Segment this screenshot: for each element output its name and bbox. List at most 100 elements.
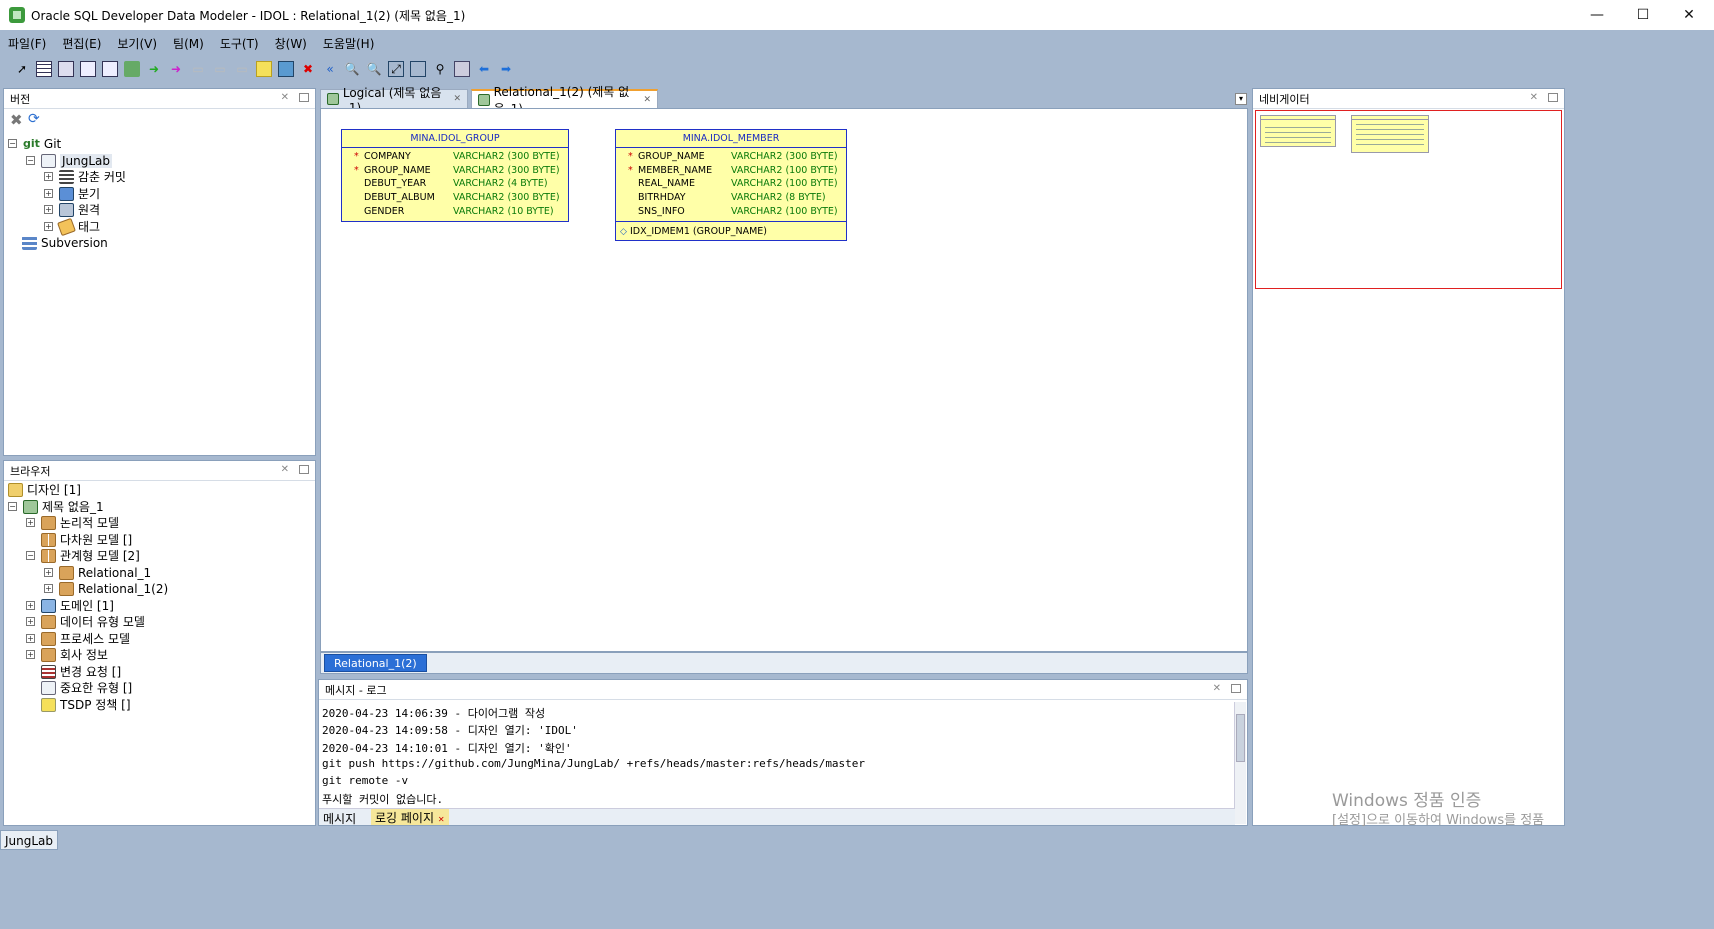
- menu-view[interactable]: 보기(V): [117, 35, 157, 52]
- tab-list-icon[interactable]: ▾: [1235, 93, 1247, 105]
- entity-column[interactable]: REAL_NAME VARCHAR2 (100 BYTE): [616, 177, 846, 191]
- subtab-relational-1-2[interactable]: Relational_1(2): [324, 654, 427, 672]
- select-pointer-icon[interactable]: ➚: [14, 61, 30, 77]
- menu-tools[interactable]: 도구(T): [220, 35, 259, 52]
- panel-minimize-icon[interactable]: [299, 465, 309, 474]
- collapse-icon[interactable]: −: [8, 502, 17, 511]
- status-repo-label[interactable]: JungLab: [0, 830, 59, 850]
- tree-item-branches[interactable]: + 분기: [44, 185, 100, 202]
- expand-icon[interactable]: +: [44, 222, 53, 231]
- tree-item-designs[interactable]: 디자인 [1]: [8, 481, 81, 498]
- tree-item-junglab[interactable]: − JungLab: [26, 152, 113, 169]
- panel-minimize-icon[interactable]: [299, 93, 309, 102]
- tree-item-design-untitled[interactable]: − 제목 없음_1: [8, 498, 104, 515]
- tree-item-git[interactable]: − git Git: [8, 135, 61, 152]
- tree-item-stashed-commits[interactable]: + 감춘 커밋: [44, 168, 126, 185]
- tree-item-process-model[interactable]: + 프로세스 모델: [26, 630, 130, 647]
- entity-column[interactable]: SNS_INFO VARCHAR2 (100 BYTE): [616, 205, 846, 219]
- tab-close-icon[interactable]: ✕: [453, 94, 461, 104]
- tree-item-dimensional-models[interactable]: 다차원 모델 []: [41, 531, 132, 548]
- minimize-button[interactable]: —: [1574, 0, 1620, 30]
- tree-item-datatype-model[interactable]: + 데이터 유형 모델: [26, 613, 145, 630]
- panel-close-icon[interactable]: ✕: [1213, 683, 1221, 694]
- menu-window[interactable]: 창(W): [275, 35, 307, 52]
- expand-icon[interactable]: +: [44, 189, 53, 198]
- expand-icon[interactable]: +: [26, 518, 35, 527]
- panel-close-icon[interactable]: ✕: [1530, 92, 1538, 103]
- expand-icon[interactable]: +: [26, 601, 35, 610]
- menu-team[interactable]: 팀(M): [173, 35, 204, 52]
- maximize-button[interactable]: ☐: [1620, 0, 1666, 30]
- note-icon[interactable]: [256, 61, 272, 77]
- picture-icon[interactable]: [278, 61, 294, 77]
- menu-edit[interactable]: 편집(E): [62, 35, 101, 52]
- collapse-icon[interactable]: −: [8, 139, 17, 148]
- entity-column[interactable]: GENDER VARCHAR2 (10 BYTE): [342, 205, 568, 219]
- merge-table-icon[interactable]: [102, 61, 118, 77]
- refresh-icon[interactable]: ⟳: [28, 111, 40, 127]
- entity-idol-group[interactable]: MINA.IDOL_GROUP * COMPANY VARCHAR2 (300 BY…: [341, 129, 569, 222]
- forward-arrow-icon[interactable]: ➡: [498, 61, 514, 77]
- delete-icon[interactable]: ✖: [300, 61, 316, 77]
- entity-column[interactable]: DEBUT_ALBUM VARCHAR2 (300 BYTE): [342, 191, 568, 205]
- tree-item-change-requests[interactable]: 변경 요청 []: [41, 663, 121, 680]
- zoom-out-icon[interactable]: 🔍: [366, 61, 382, 77]
- panel-minimize-icon[interactable]: [1231, 684, 1241, 693]
- tree-item-subversion[interactable]: Subversion: [22, 234, 108, 251]
- back-arrow-icon[interactable]: ⬅: [476, 61, 492, 77]
- tree-item-relational-1-2[interactable]: + Relational_1(2): [44, 580, 168, 597]
- panel-minimize-icon[interactable]: [1548, 93, 1558, 102]
- tree-item-tags[interactable]: + 태그: [44, 217, 100, 236]
- entity-column[interactable]: * GROUP_NAME VARCHAR2 (300 BYTE): [616, 150, 846, 164]
- entity-column[interactable]: DEBUT_YEAR VARCHAR2 (4 BYTE): [342, 177, 568, 191]
- entity-column[interactable]: * GROUP_NAME VARCHAR2 (300 BYTE): [342, 164, 568, 178]
- find-icon[interactable]: ⚲: [432, 61, 448, 77]
- log-scrollbar[interactable]: [1234, 702, 1246, 824]
- entity-index[interactable]: ◇ IDX_IDMEM1 (GROUP_NAME): [616, 221, 846, 241]
- panel-close-icon[interactable]: ✕: [281, 464, 289, 475]
- tree-item-sensitive-types[interactable]: 중요한 유형 []: [41, 679, 132, 696]
- remove-icon[interactable]: ✖: [10, 111, 23, 129]
- menu-file[interactable]: 파일(F): [8, 35, 46, 52]
- expand-icon[interactable]: +: [26, 634, 35, 643]
- fit-screen-icon[interactable]: ⤢: [388, 61, 404, 77]
- properties-icon[interactable]: [454, 61, 470, 77]
- tab-messages[interactable]: 메시지: [323, 810, 356, 827]
- tab-close-icon[interactable]: ✕: [643, 95, 651, 105]
- tree-item-relational-models[interactable]: − 관계형 모델 [2]: [26, 547, 140, 564]
- entity-idol-member[interactable]: MINA.IDOL_MEMBER * GROUP_NAME VARCHAR2 (30…: [615, 129, 847, 241]
- new-fk-icon[interactable]: [124, 61, 140, 77]
- expand-icon[interactable]: +: [26, 650, 35, 659]
- tree-item-business-info[interactable]: + 회사 정보: [26, 646, 108, 663]
- tree-item-logical-model[interactable]: + 논리적 모델: [26, 514, 119, 531]
- arrow-right-magenta-icon[interactable]: ➜: [168, 61, 184, 77]
- tree-item-tsdp-policies[interactable]: TSDP 정책 []: [41, 696, 131, 713]
- tab-logical[interactable]: Logical (제목 없음_1) ✕: [320, 86, 468, 115]
- new-table-icon[interactable]: [36, 61, 52, 77]
- tree-item-relational-1[interactable]: + Relational_1: [44, 564, 151, 581]
- expand-icon[interactable]: +: [44, 205, 53, 214]
- close-button[interactable]: ✕: [1666, 0, 1712, 30]
- tree-item-domains[interactable]: + 도메인 [1]: [26, 597, 114, 614]
- entity-column[interactable]: BITRHDAY VARCHAR2 (8 BYTE): [616, 191, 846, 205]
- expand-icon[interactable]: +: [26, 617, 35, 626]
- collapse-icon[interactable]: −: [26, 156, 35, 165]
- default-size-icon[interactable]: [410, 61, 426, 77]
- expand-icon[interactable]: +: [44, 568, 53, 577]
- engineer-icon[interactable]: «: [322, 61, 338, 77]
- menu-help[interactable]: 도움말(H): [323, 35, 375, 52]
- expand-icon[interactable]: +: [44, 172, 53, 181]
- entity-column[interactable]: * MEMBER_NAME VARCHAR2 (100 BYTE): [616, 164, 846, 178]
- tab-close-icon[interactable]: ✕: [438, 815, 445, 824]
- new-view-icon[interactable]: [58, 61, 74, 77]
- tab-logging-page[interactable]: 로깅 페이지 ✕: [371, 809, 449, 825]
- tab-relational-1-2[interactable]: Relational_1(2) (제목 없음_1) ✕: [471, 85, 658, 116]
- tree-item-remotes[interactable]: + 원격: [44, 201, 100, 218]
- entity-column[interactable]: * COMPANY VARCHAR2 (300 BYTE): [342, 150, 568, 164]
- collapse-icon[interactable]: −: [26, 551, 35, 560]
- split-table-icon[interactable]: [80, 61, 96, 77]
- expand-icon[interactable]: +: [44, 584, 53, 593]
- panel-close-icon[interactable]: ✕: [281, 92, 289, 103]
- arrow-right-green-icon[interactable]: ➜: [146, 61, 162, 77]
- zoom-in-icon[interactable]: 🔍: [344, 61, 360, 77]
